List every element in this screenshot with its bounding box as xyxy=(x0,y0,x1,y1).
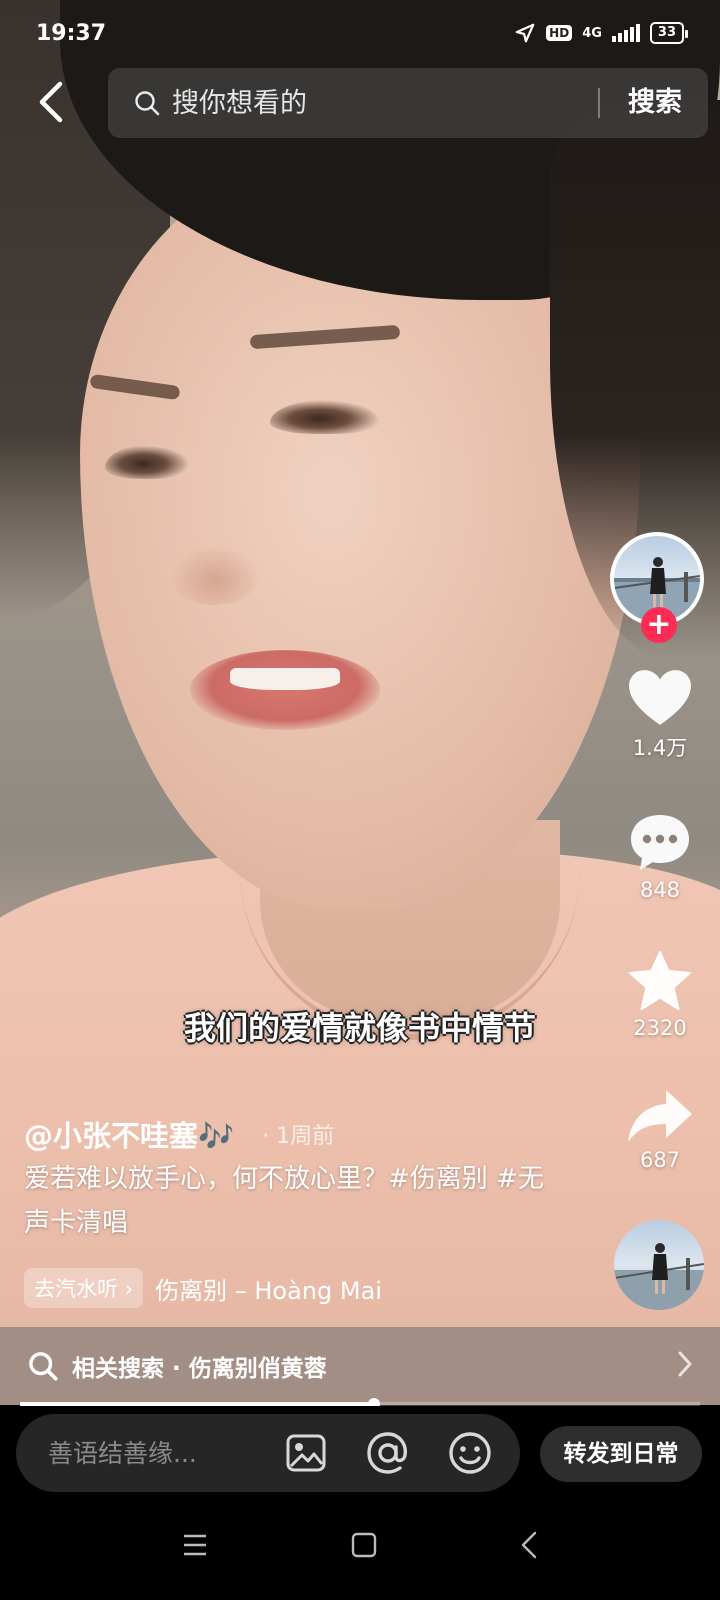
music-disc-image xyxy=(614,1243,704,1310)
follow-button[interactable]: + xyxy=(641,607,677,643)
share-button[interactable]: 687 xyxy=(610,1088,710,1172)
image-button[interactable] xyxy=(284,1431,328,1475)
chevron-left-icon xyxy=(39,81,63,123)
video-lips xyxy=(190,650,380,730)
chevron-right-icon xyxy=(678,1351,692,1377)
post-meta: @小张不哇塞🎶 · 1周前 xyxy=(24,1113,334,1155)
status-bar: 19:37 HD 4G 33 xyxy=(0,0,720,66)
status-icons: HD 4G 33 xyxy=(514,22,689,44)
favorite-count: 2320 xyxy=(633,1016,687,1040)
comment-count: 848 xyxy=(639,878,681,902)
search-icon xyxy=(135,91,160,116)
related-search-bar[interactable]: 相关搜索 · 伤离别俏黄蓉 xyxy=(0,1327,720,1405)
author-name[interactable]: @小张不哇塞🎶 xyxy=(24,1113,234,1155)
music-disc[interactable] xyxy=(614,1220,704,1310)
search-icon xyxy=(29,1352,58,1381)
favorite-button[interactable]: 2320 xyxy=(610,950,710,1040)
image-icon xyxy=(286,1434,326,1472)
music-row[interactable]: 去汽水听 › 伤离别 – Hoàng Mai xyxy=(24,1268,382,1308)
system-nav-bar xyxy=(0,1490,720,1600)
post-caption[interactable]: 爱若难以放手心，何不放心里？#伤离别 #无声卡清唱 xyxy=(24,1157,544,1245)
share-arrow-icon xyxy=(628,1090,692,1142)
post-time-value: 1周前 xyxy=(276,1124,335,1149)
search-input[interactable] xyxy=(172,87,572,119)
star-icon xyxy=(629,951,691,1010)
back-nav-icon[interactable] xyxy=(519,1530,539,1560)
share-count: 687 xyxy=(639,1148,681,1172)
comment-button[interactable]: 848 xyxy=(610,812,710,902)
location-arrow-icon xyxy=(515,23,535,43)
comment-input-box[interactable] xyxy=(16,1414,520,1492)
emoji-icon xyxy=(449,1432,491,1474)
post-time: · 1周前 xyxy=(262,1118,334,1150)
heart-icon xyxy=(629,670,691,725)
music-app-tag-label: 去汽水听 xyxy=(34,1277,118,1301)
battery-indicator: 33 xyxy=(649,22,689,44)
video-teeth xyxy=(230,668,340,690)
music-name[interactable]: 伤离别 – Hoàng Mai xyxy=(155,1271,382,1306)
mention-button[interactable] xyxy=(366,1431,410,1475)
search-divider xyxy=(598,88,600,118)
related-search-label: 相关搜索 · 伤离别俏黄蓉 xyxy=(72,1356,327,1382)
music-app-tag[interactable]: 去汽水听 › xyxy=(24,1268,144,1308)
like-button[interactable]: 1.4万 xyxy=(610,668,710,762)
back-button[interactable] xyxy=(28,74,74,130)
chevron-right-icon: › xyxy=(124,1277,134,1301)
status-time: 19:37 xyxy=(36,20,107,46)
signal-icon xyxy=(611,24,640,42)
like-count: 1.4万 xyxy=(632,736,688,760)
post-time-dot: · xyxy=(262,1124,270,1149)
search-submit-button[interactable]: 搜索 xyxy=(628,68,682,138)
emoji-button[interactable] xyxy=(448,1431,492,1475)
menu-nav-icon[interactable] xyxy=(181,1533,209,1557)
network-type: 4G xyxy=(582,25,602,41)
video-nose xyxy=(170,545,260,605)
comment-dots-icon xyxy=(631,815,689,870)
search-bar[interactable]: 搜索 xyxy=(108,68,708,138)
comment-input[interactable] xyxy=(48,1438,278,1468)
share-to-daily-button[interactable]: 转发到日常 xyxy=(540,1426,702,1482)
home-nav-icon[interactable] xyxy=(350,1531,378,1559)
at-icon xyxy=(367,1432,407,1474)
hd-badge: HD xyxy=(546,25,573,41)
